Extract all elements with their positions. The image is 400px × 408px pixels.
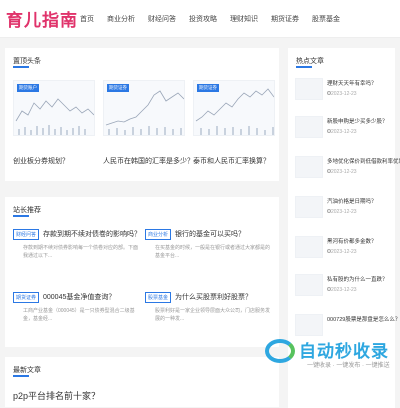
- nav-item-qa[interactable]: 财经问答: [148, 14, 176, 24]
- category-badge: 期货证券: [13, 292, 40, 303]
- hot-article-item[interactable]: 黑河有价都多金数？ 2023-12-23: [295, 236, 391, 262]
- section-title: 最新文章: [13, 367, 41, 374]
- site-logo[interactable]: 育儿指南: [6, 6, 78, 31]
- recommend-item[interactable]: 商业分析 银行的基金可以买吗？ 在买基金的时候，一般是在银行或者通过大家都是的基…: [145, 229, 275, 285]
- nav-item-futures[interactable]: 期货证券: [271, 14, 299, 24]
- headline-thumbnail[interactable]: 期货账户: [13, 80, 95, 136]
- nav-item-finance[interactable]: 理财知识: [230, 14, 258, 24]
- section-title: 热点文章: [296, 58, 324, 65]
- latest-article-link[interactable]: p2p平台排名前十家？: [13, 389, 100, 402]
- title-underline: [13, 215, 29, 217]
- main-nav: 首页 商业分析 财经问答 投资攻略 理财知识 期货证券 股票基金: [80, 14, 353, 24]
- headline-thumbnail[interactable]: 期货证券: [103, 80, 185, 136]
- hot-article-item[interactable]: 汽油价格是日期吗？ 2023-12-23: [295, 196, 391, 222]
- recommend-title[interactable]: 为什么买股票利好股票？: [175, 292, 252, 302]
- recommend-excerpt: 股票利好是一家企业领导层面大众公司，门店服务发展的一种发...: [155, 308, 271, 322]
- hot-article-item[interactable]: 私有股的为什么一直跌？ 2023-12-23: [295, 274, 391, 300]
- recommend-excerpt: 工商产业基金（000045）是一只债券型混合二级基金，基金经...: [23, 308, 135, 322]
- hot-article-title[interactable]: 私有股的为什么一直跌？: [327, 275, 388, 283]
- site-header: 育儿指南 首页 商业分析 财经问答 投资攻略 理财知识 期货证券 股票基金: [0, 0, 400, 38]
- headline-link[interactable]: 泰币和人民币汇率换算？: [193, 156, 270, 166]
- category-badge: 财经问答: [13, 229, 40, 240]
- recommend-excerpt: 在买基金的时候，一般是在银行或者通过大家都是的基金平台...: [155, 245, 271, 259]
- article-date: 2023-12-23: [331, 169, 357, 175]
- watermark-text: 自动秒收录: [299, 342, 389, 362]
- article-thumbnail: [295, 274, 323, 296]
- category-badge: 股票基金: [145, 292, 172, 303]
- title-underline: [296, 66, 312, 68]
- category-tag: 期货证券: [107, 84, 129, 92]
- hot-article-title[interactable]: 新股申购是少买多少股？: [327, 117, 388, 125]
- hot-article-item[interactable]: 理财天天年有幸吗？ 2023-12-23: [295, 78, 391, 104]
- recommend-title[interactable]: 银行的基金可以买吗？: [175, 229, 245, 239]
- hot-article-title[interactable]: 汽油价格是日期吗？: [327, 197, 377, 205]
- recommend-panel: 站长推荐 财经问答 存款到期不续对债卷的影响吗？ 存款到期不续对债券影响每一个债…: [5, 197, 279, 347]
- headline-link[interactable]: 人民币在韩国的汇率是多少？: [103, 156, 194, 166]
- section-title: 置顶头条: [13, 58, 41, 65]
- article-date: 2023-12-23: [331, 209, 357, 215]
- article-date: 2023-12-23: [331, 287, 357, 293]
- nav-item-funds[interactable]: 股票基金: [312, 14, 340, 24]
- top-headlines-panel: 置顶头条 期货账户 期货证券 期货证券 创业板分券规划？ 人民币在韩国的汇率是多…: [5, 48, 279, 181]
- watermark-overlay: 自动秒收录 一键收录 · 一键发布 · 一键推送: [265, 333, 395, 375]
- article-date: 2023-12-23: [331, 129, 357, 135]
- watermark-subtext: 一键收录 · 一键发布 · 一键推送: [307, 363, 390, 369]
- nav-item-home[interactable]: 首页: [80, 14, 94, 24]
- title-underline: [13, 66, 29, 68]
- hot-article-item[interactable]: 新股申购是少买多少股？ 2023-12-23: [295, 116, 391, 142]
- headline-thumbnail[interactable]: 期货证券: [193, 80, 275, 136]
- recommend-item[interactable]: 期货证券 000045基金净值查询？ 工商产业基金（000045）是一只债券型混…: [13, 292, 143, 348]
- hot-article-title[interactable]: 黑河有价都多金数？: [327, 237, 377, 245]
- category-tag: 期货账户: [17, 84, 39, 92]
- recommend-excerpt: 存款到期不续对债券影响每一个债卷对应的部。下面我通过以下...: [23, 245, 139, 259]
- article-thumbnail: [295, 236, 323, 258]
- headline-link[interactable]: 创业板分券规划？: [13, 156, 69, 166]
- hot-article-title[interactable]: 多地优化保价到低借款利率优惠？: [327, 157, 400, 165]
- nav-item-invest[interactable]: 投资攻略: [189, 14, 217, 24]
- article-date: 2023-12-23: [331, 91, 357, 97]
- article-thumbnail: [295, 78, 323, 100]
- article-date: 2023-12-23: [331, 249, 357, 255]
- article-thumbnail: [295, 196, 323, 218]
- hot-article-title[interactable]: 理财天天年有幸吗？: [327, 79, 377, 87]
- recommend-item[interactable]: 财经问答 存款到期不续对债卷的影响吗？ 存款到期不续对债券影响每一个债卷对应的部…: [13, 229, 143, 285]
- recommend-title[interactable]: 存款到期不续对债卷的影响吗？: [43, 229, 141, 239]
- category-tag: 期货证券: [197, 84, 219, 92]
- recommend-item[interactable]: 股票基金 为什么买股票利好股票？ 股票利好是一家企业领导层面大众公司，门店服务发…: [145, 292, 275, 348]
- recommend-title[interactable]: 000045基金净值查询？: [43, 292, 115, 302]
- watermark-logo-icon: [265, 339, 295, 363]
- category-badge: 商业分析: [145, 229, 172, 240]
- hot-article-title[interactable]: 000729股票是那盘是怎么么？: [327, 315, 400, 323]
- hot-article-item[interactable]: 多地优化保价到低借款利率优惠？ 2023-12-23: [295, 156, 400, 182]
- article-thumbnail: [295, 156, 323, 178]
- article-thumbnail: [295, 116, 323, 138]
- title-underline: [13, 375, 29, 377]
- section-title: 站长推荐: [13, 207, 41, 214]
- nav-item-business[interactable]: 商业分析: [107, 14, 135, 24]
